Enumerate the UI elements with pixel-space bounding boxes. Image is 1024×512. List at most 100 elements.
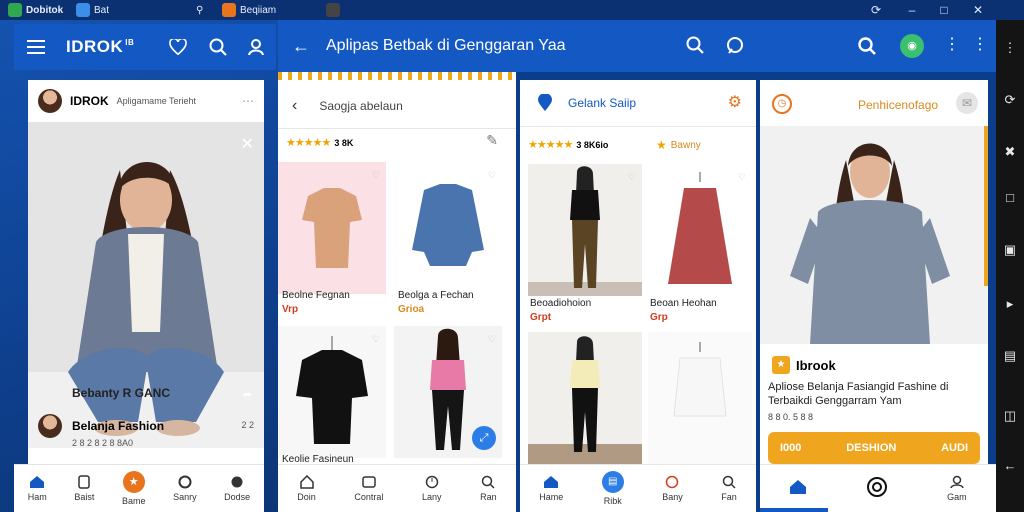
product-card[interactable] [648, 332, 752, 464]
close-icon[interactable]: ✕ [241, 134, 254, 154]
kebab-icon[interactable]: ⋯ [242, 94, 254, 108]
folder-icon[interactable]: ▤ [1002, 348, 1018, 364]
kebab-icon[interactable]: ⋮ [944, 34, 960, 54]
heart-icon[interactable] [168, 37, 188, 57]
product-price: Grioa [398, 304, 425, 315]
product-card[interactable]: ♡ [528, 164, 642, 296]
kebab-icon[interactable]: ⋮ [1002, 40, 1018, 56]
media-button[interactable] [326, 2, 340, 18]
avatar[interactable] [38, 89, 62, 113]
search-icon[interactable] [208, 37, 228, 57]
product-card[interactable]: ♡ [278, 162, 386, 294]
nav-home[interactable]: Hame [539, 475, 563, 502]
nav-home[interactable]: Ham [28, 475, 47, 502]
tab-label: Dobitok [26, 4, 64, 16]
cta-button[interactable]: DESHION [846, 442, 896, 454]
clock-icon[interactable]: ◷ [772, 94, 792, 114]
nav-control[interactable]: Contral [354, 475, 383, 502]
heart-icon[interactable]: ♡ [488, 334, 496, 345]
cta-secondary[interactable]: AUDI [941, 442, 968, 454]
minimize-icon[interactable]: – [904, 2, 920, 18]
close-icon[interactable]: ✕ [970, 2, 986, 18]
comment-author[interactable]: Belanja Fashion [72, 419, 164, 433]
nav-center[interactable]: ★ Bame [121, 471, 146, 506]
nav-search[interactable]: Ran [480, 475, 497, 502]
profile-badge-icon[interactable]: ◉ [900, 34, 924, 58]
product-card[interactable]: ♡ [278, 326, 386, 458]
user-icon[interactable] [246, 37, 266, 57]
expand-icon[interactable]: ⤢ [472, 426, 496, 450]
search-icon[interactable] [858, 37, 876, 55]
nav-profile[interactable]: Dodse [224, 475, 250, 502]
nav-home[interactable]: Doin [297, 475, 316, 502]
volume-icon[interactable]: ▸ [1002, 296, 1018, 312]
search-bar[interactable]: ‹ Saogja abelaun [278, 90, 516, 122]
nav-browse[interactable]: Baist [74, 475, 94, 502]
rating-count: 3 8K6io [576, 139, 609, 150]
app-logo-icon [8, 3, 22, 17]
rotate-icon[interactable]: ⟳ [1002, 92, 1018, 108]
sync-icon[interactable]: ⟳ [868, 2, 884, 18]
page-title: Aplipas Betbak di Genggaran Yaa [326, 37, 566, 54]
nav-label: Ribk [603, 496, 622, 506]
product-card[interactable]: ♡ ⤢ [394, 326, 502, 458]
header-bar: ← Aplipas Betbak di Genggaran Yaa [278, 20, 760, 72]
kebab-icon[interactable]: ⋮ [972, 34, 988, 54]
bottom-nav: Gam [760, 464, 996, 512]
nav-label: Bany [662, 492, 683, 502]
maximize-icon[interactable]: □ [936, 2, 952, 18]
tab-bat[interactable]: Bat [76, 2, 109, 18]
heart-icon[interactable]: ♡ [738, 172, 746, 183]
product-card[interactable]: ♡ [648, 164, 752, 296]
product-card[interactable]: ♡ [394, 162, 502, 294]
nav-label: Contral [354, 492, 384, 502]
heart-icon[interactable]: ♡ [372, 170, 380, 181]
nav-label: Dodse [224, 492, 251, 502]
user-name[interactable]: IDROK [70, 94, 109, 108]
nav-scan[interactable] [866, 476, 888, 501]
copy-icon[interactable]: ◫ [1002, 408, 1018, 424]
back-arrow-icon[interactable]: ← [1002, 458, 1018, 474]
scroll-indicator[interactable] [984, 126, 988, 286]
screen-icon[interactable]: □ [1002, 190, 1018, 206]
cta-price[interactable]: I000 [780, 442, 801, 454]
share-icon[interactable]: ➦ [243, 388, 252, 401]
heart-icon[interactable]: ♡ [488, 170, 496, 181]
product-meta: 8 8 0. 5 8 8 [768, 412, 814, 422]
back-arrow-icon[interactable]: ‹ [292, 97, 297, 115]
nav-label: Bame [121, 496, 146, 506]
nav-history[interactable]: Bany [662, 475, 683, 502]
location-button[interactable]: ⚲ [196, 2, 203, 18]
chat-icon[interactable]: ✉ [956, 92, 978, 114]
nav-activity[interactable]: Sanry [173, 475, 197, 502]
nav-home[interactable] [789, 479, 807, 498]
tools-icon[interactable]: ✖ [1002, 144, 1018, 160]
avatar[interactable] [38, 414, 62, 438]
capture-icon[interactable]: ▣ [1002, 242, 1018, 258]
divider [278, 128, 516, 129]
tab-beqiiam[interactable]: Beqiiam [222, 2, 276, 18]
product-card[interactable] [528, 332, 642, 464]
film-icon [326, 3, 340, 17]
brand-row: ★ Ibrook [772, 356, 836, 374]
product-title: Beolga a Fechan [398, 290, 474, 301]
search-query[interactable]: Saogja abelaun [319, 99, 402, 113]
product-image[interactable] [760, 126, 988, 344]
back-arrow-icon[interactable]: ← [292, 36, 310, 57]
chat-icon[interactable] [726, 36, 744, 54]
badge-icon: ★ [656, 138, 667, 152]
heart-icon[interactable]: ♡ [372, 334, 380, 345]
nav-profile[interactable]: Gam [947, 475, 967, 502]
settings-icon[interactable]: ⚙ [728, 92, 742, 112]
nav-history[interactable]: Lany [422, 475, 442, 502]
panel-title: Gelank Saiip [568, 96, 637, 110]
search-icon[interactable] [686, 36, 704, 54]
hamburger-icon[interactable] [26, 37, 46, 57]
heart-icon[interactable]: ♡ [628, 172, 636, 183]
nav-search[interactable]: Fan [721, 475, 737, 502]
header-bar-right: ◉ ⋮ ⋮ [760, 20, 996, 72]
store-icon: ★ [122, 471, 145, 493]
edit-icon[interactable]: ✎ [486, 132, 498, 149]
tab-dobitok[interactable]: Dobitok [8, 2, 63, 18]
nav-cart[interactable]: ▤ Ribk [601, 471, 624, 506]
